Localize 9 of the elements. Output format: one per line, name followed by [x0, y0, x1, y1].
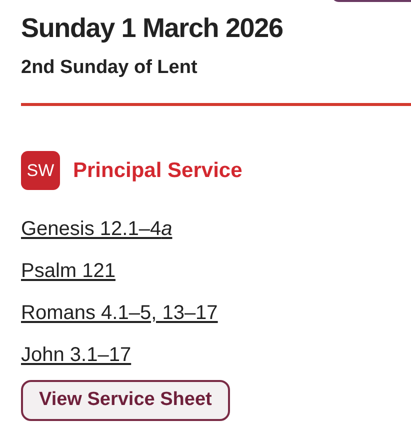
date-heading: Sunday 1 March 2026	[21, 12, 284, 45]
reading-link[interactable]: Genesis 12.1–4a	[21, 216, 172, 242]
view-service-sheet-button[interactable]: View Service Sheet	[21, 380, 230, 421]
service-badge-icon: SW	[21, 151, 60, 190]
occasion-subtitle: 2nd Sunday of Lent	[21, 56, 198, 80]
service-title: Principal Service	[73, 158, 242, 184]
reading-link[interactable]: John 3.1–17	[21, 342, 132, 368]
reading-link[interactable]: Romans 4.1–5, 13–17	[21, 300, 218, 326]
reading-link[interactable]: Psalm 121	[21, 258, 116, 284]
